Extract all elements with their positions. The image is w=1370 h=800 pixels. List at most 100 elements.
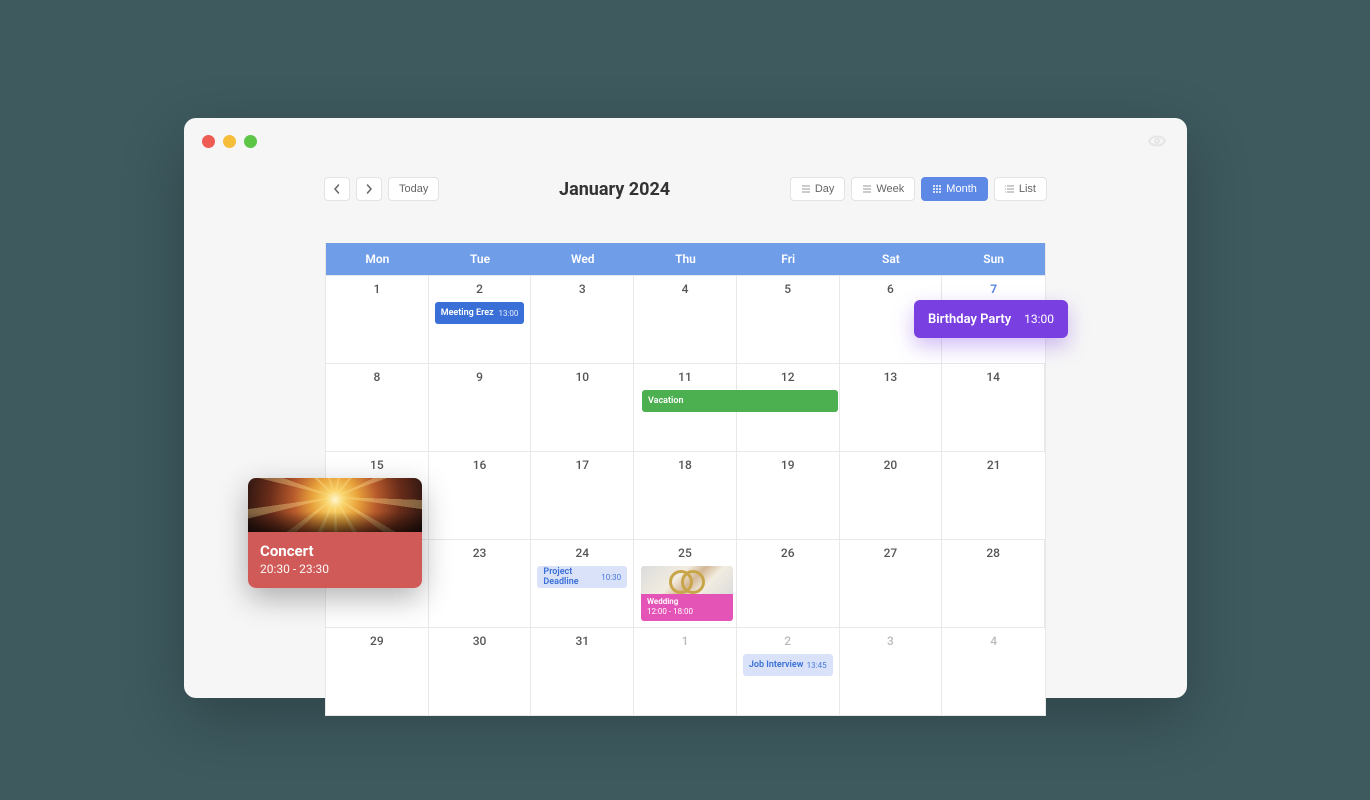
week-row: 222324Project Deadline10:3025262728Weddi… — [326, 539, 1045, 627]
weekday-label: Thu — [634, 243, 737, 275]
day-number: 10 — [531, 370, 633, 384]
event-title: Project Deadline — [543, 567, 601, 587]
day-number: 2 — [429, 282, 531, 296]
view-list-button[interactable]: List — [994, 177, 1047, 201]
day-cell[interactable]: 30 — [429, 628, 532, 715]
day-number: 1 — [326, 282, 428, 296]
view-day-label: Day — [815, 183, 835, 195]
day-cell[interactable]: 4 — [942, 628, 1045, 715]
event-concert-card[interactable]: Concert 20:30 - 23:30 — [248, 478, 422, 588]
event-meeting[interactable]: Meeting Erez 13:00 — [435, 302, 525, 324]
day-cell[interactable]: 9 — [429, 364, 532, 451]
day-number: 3 — [840, 634, 942, 648]
next-button[interactable] — [356, 177, 382, 201]
day-cell[interactable]: 2 Meeting Erez 13:00 — [429, 276, 532, 363]
week-row: 15161718192021 — [326, 451, 1045, 539]
day-number: 14 — [942, 370, 1044, 384]
day-cell[interactable]: 2 Job Interview13:45 — [737, 628, 840, 715]
day-cell[interactable]: 14 — [942, 364, 1045, 451]
event-time: 13:45 — [807, 661, 827, 670]
brand-logo-icon — [1145, 129, 1169, 153]
day-number: 5 — [737, 282, 839, 296]
event-deadline[interactable]: Project Deadline10:30 — [537, 566, 627, 588]
day-cell[interactable]: 19 — [737, 452, 840, 539]
day-number: 25 — [634, 546, 736, 560]
day-cell[interactable]: 5 — [737, 276, 840, 363]
event-title: Vacation — [648, 396, 684, 406]
week-row: 29303112 Job Interview13:45 34 — [326, 627, 1045, 715]
day-number: 9 — [429, 370, 531, 384]
day-cell[interactable]: 3 — [840, 628, 943, 715]
day-number: 4 — [634, 282, 736, 296]
view-day-button[interactable]: Day — [790, 177, 846, 201]
day-number: 27 — [840, 546, 942, 560]
day-cell[interactable]: 18 — [634, 452, 737, 539]
event-time: 10:30 — [601, 573, 621, 582]
event-vacation[interactable]: Vacation — [642, 390, 838, 412]
day-number: 1 — [634, 634, 736, 648]
day-cell[interactable]: 24Project Deadline10:30 — [531, 540, 634, 627]
event-wedding-card[interactable]: Wedding12:00 - 18:00 — [641, 566, 733, 621]
chevron-left-icon — [332, 184, 342, 194]
day-cell[interactable]: 20 — [840, 452, 943, 539]
weekday-label: Wed — [531, 243, 634, 275]
weekday-label: Mon — [326, 243, 429, 275]
weekday-label: Tue — [429, 243, 532, 275]
titlebar — [184, 118, 1187, 164]
day-cell[interactable]: 3 — [531, 276, 634, 363]
event-interview[interactable]: Job Interview13:45 — [743, 654, 833, 676]
list-icon — [862, 184, 872, 194]
list-icon — [1005, 184, 1015, 194]
close-window-button[interactable] — [202, 135, 215, 148]
day-number: 11 — [634, 370, 736, 384]
concert-body: Concert 20:30 - 23:30 — [248, 532, 422, 588]
day-cell[interactable]: 1 — [634, 628, 737, 715]
day-cell[interactable]: 17 — [531, 452, 634, 539]
event-time: 13:00 — [1024, 312, 1054, 326]
day-number: 3 — [531, 282, 633, 296]
maximize-window-button[interactable] — [244, 135, 257, 148]
day-number: 17 — [531, 458, 633, 472]
day-cell[interactable]: 27 — [840, 540, 943, 627]
day-number: 29 — [326, 634, 428, 648]
window-controls — [202, 135, 257, 148]
day-cell[interactable]: 31 — [531, 628, 634, 715]
minimize-window-button[interactable] — [223, 135, 236, 148]
day-cell[interactable]: 8 — [326, 364, 429, 451]
view-list-label: List — [1019, 183, 1036, 195]
day-cell[interactable]: 26 — [737, 540, 840, 627]
event-title: Concert — [260, 542, 410, 560]
day-cell[interactable]: 1 — [326, 276, 429, 363]
day-cell[interactable]: 4 — [634, 276, 737, 363]
event-title: Job Interview — [749, 660, 804, 670]
event-title: Wedding — [647, 597, 727, 607]
week-row: 891011121314 Vacation — [326, 363, 1045, 451]
event-time: 20:30 - 23:30 — [260, 562, 410, 576]
prev-button[interactable] — [324, 177, 350, 201]
view-week-label: Week — [876, 183, 904, 195]
event-time: 13:00 — [499, 309, 519, 318]
day-cell[interactable]: 10 — [531, 364, 634, 451]
weekday-header: MonTueWedThuFriSatSun — [326, 243, 1045, 275]
today-button[interactable]: Today — [388, 177, 439, 201]
event-title: Meeting Erez — [441, 308, 494, 318]
day-number: 28 — [942, 546, 1044, 560]
day-cell[interactable]: 13 — [840, 364, 943, 451]
day-cell[interactable]: 29 — [326, 628, 429, 715]
day-number: 4 — [942, 634, 1045, 648]
view-month-button[interactable]: Month — [921, 177, 988, 201]
day-cell[interactable]: 28 — [942, 540, 1045, 627]
day-cell[interactable]: 21 — [942, 452, 1045, 539]
view-week-button[interactable]: Week — [851, 177, 915, 201]
day-cell[interactable]: 23 — [429, 540, 532, 627]
day-number: 6 — [840, 282, 942, 296]
weekday-label: Sun — [942, 243, 1045, 275]
day-number: 12 — [737, 370, 839, 384]
event-birthday-popover[interactable]: Birthday Party 13:00 — [914, 300, 1068, 338]
calendar-toolbar: Today January 2024 Day Week Month List — [184, 164, 1187, 214]
day-number: 26 — [737, 546, 839, 560]
day-number: 2 — [737, 634, 839, 648]
concert-image — [248, 478, 422, 532]
event-time: 12:00 - 18:00 — [647, 607, 727, 617]
day-cell[interactable]: 16 — [429, 452, 532, 539]
